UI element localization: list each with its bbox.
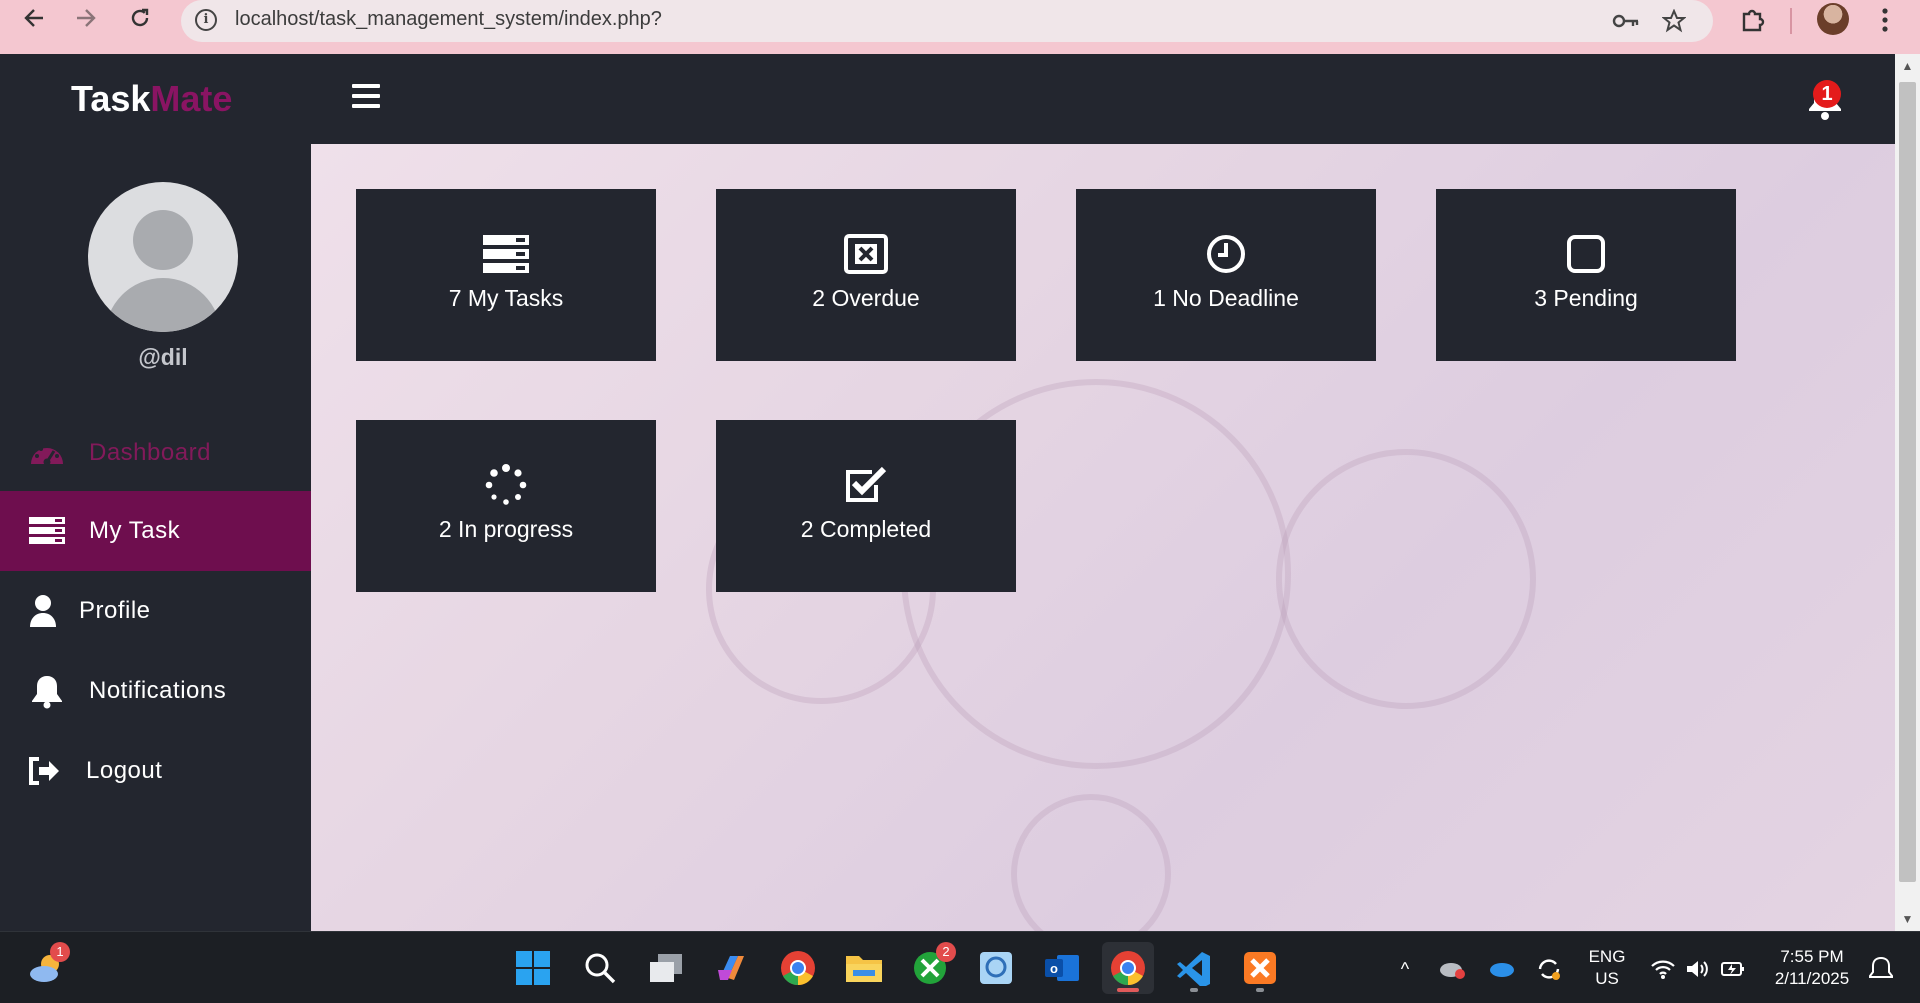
- background-stopwatch-image: [1011, 794, 1171, 931]
- sidebar-item-profile[interactable]: Profile: [0, 571, 311, 651]
- language-code: ENG: [1588, 947, 1626, 966]
- svg-text:o: o: [1050, 961, 1058, 976]
- sidebar: @dil Dashboard My Task Profile Notificat…: [0, 144, 311, 931]
- open-window-indicator: [1256, 988, 1264, 992]
- toolbar-divider: [1790, 8, 1792, 34]
- clock-date-display[interactable]: 7:55 PM 2/11/2025: [1765, 946, 1859, 990]
- logo-text-accent: Mate: [150, 78, 233, 119]
- sidebar-item-logout[interactable]: Logout: [0, 731, 311, 811]
- active-window-indicator: [1117, 988, 1139, 992]
- sidebar-item-label: My Task: [89, 517, 181, 544]
- weather-widget-icon[interactable]: 1: [22, 942, 74, 994]
- url-text: localhost/task_management_system/index.p…: [235, 8, 662, 30]
- extensions-puzzle-icon[interactable]: [1736, 3, 1770, 37]
- bookmark-star-icon[interactable]: [1659, 6, 1689, 36]
- sign-out-icon: [25, 752, 63, 790]
- chrome-active-window-icon[interactable]: [1102, 942, 1154, 994]
- card-label: 1 No Deadline: [1153, 285, 1299, 311]
- battery-charging-icon[interactable]: [1718, 954, 1748, 984]
- user-avatar: [88, 182, 238, 332]
- bell-icon: [28, 672, 66, 710]
- card-pending[interactable]: 3 Pending: [1436, 189, 1736, 361]
- back-arrow-icon[interactable]: [18, 2, 50, 34]
- sidebar-item-label: Profile: [79, 597, 151, 624]
- onedrive-cloud-icon[interactable]: [1487, 954, 1517, 984]
- card-label: 7 My Tasks: [448, 285, 564, 311]
- keyboard-region: US: [1595, 969, 1619, 988]
- page-scrollbar[interactable]: ▲ ▼: [1895, 54, 1920, 931]
- card-no-deadline[interactable]: 1 No Deadline: [1076, 189, 1376, 361]
- dashboard-main: 7 My Tasks 2 Overdue 1 No Deadline 3 Pen…: [311, 144, 1895, 931]
- sidebar-item-label: Notifications: [89, 677, 227, 704]
- site-info-icon[interactable]: i: [195, 9, 217, 31]
- card-label: 3 Pending: [1534, 285, 1638, 311]
- background-stopwatch-image: [1276, 449, 1536, 709]
- notification-count-badge: 1: [1813, 80, 1841, 108]
- spinner-icon: [356, 464, 656, 505]
- language-indicator[interactable]: ENG US: [1580, 946, 1634, 990]
- xampp-icon[interactable]: [1234, 942, 1286, 994]
- sidebar-item-dashboard[interactable]: Dashboard: [0, 413, 311, 493]
- show-hidden-icons-chevron-up-icon[interactable]: ^: [1390, 954, 1420, 984]
- logo-text-primary: Task: [71, 78, 151, 119]
- task-view-icon[interactable]: [640, 942, 692, 994]
- sidebar-item-label: Dashboard: [89, 439, 211, 466]
- sidebar-item-notifications[interactable]: Notifications: [0, 651, 311, 731]
- dashboard-gauge-icon: [28, 434, 66, 472]
- start-windows-icon[interactable]: [507, 942, 559, 994]
- browser-profile-avatar[interactable]: [1817, 3, 1849, 35]
- menu-toggle-hamburger-icon[interactable]: [352, 84, 380, 108]
- browser-toolbar: i localhost/task_management_system/index…: [0, 0, 1920, 54]
- square-icon: [1436, 234, 1736, 274]
- open-window-indicator: [1190, 988, 1198, 992]
- sync-icon[interactable]: [1534, 954, 1564, 984]
- wifi-icon[interactable]: [1648, 954, 1678, 984]
- notification-center-icon[interactable]: [1866, 954, 1896, 984]
- address-bar[interactable]: i localhost/task_management_system/index…: [181, 0, 1713, 42]
- user-icon: [24, 592, 62, 630]
- card-in-progress[interactable]: 2 In progress: [356, 420, 656, 592]
- onedrive-error-cloud-icon[interactable]: [1437, 954, 1467, 984]
- tasks-list-icon: [28, 512, 66, 550]
- tasks-list-icon: [356, 234, 656, 274]
- username-label: @dil: [138, 344, 188, 370]
- scroll-up-arrow-icon[interactable]: ▲: [1895, 54, 1920, 78]
- volume-speaker-icon[interactable]: [1683, 954, 1713, 984]
- system-date: 2/11/2025: [1774, 969, 1850, 988]
- forward-arrow-icon[interactable]: [70, 2, 102, 34]
- app-logo[interactable]: TaskMate: [71, 78, 232, 120]
- chrome-icon[interactable]: [772, 942, 824, 994]
- photos-app-icon[interactable]: [970, 942, 1022, 994]
- card-label: 2 Completed: [800, 516, 932, 542]
- password-key-icon[interactable]: [1611, 6, 1641, 36]
- app-header: TaskMate 1: [0, 54, 1895, 144]
- weather-badge: 1: [50, 942, 70, 962]
- card-label: 2 In progress: [438, 516, 574, 542]
- reload-icon[interactable]: [124, 2, 156, 34]
- file-explorer-folder-icon[interactable]: [838, 942, 890, 994]
- browser-menu-kebab-icon[interactable]: [1868, 3, 1902, 37]
- search-icon[interactable]: [574, 942, 626, 994]
- card-my-tasks[interactable]: 7 My Tasks: [356, 189, 656, 361]
- xbox-icon[interactable]: 2: [904, 942, 956, 994]
- xbox-badge: 2: [936, 942, 956, 962]
- outlook-icon[interactable]: o: [1036, 942, 1088, 994]
- copilot-icon[interactable]: [706, 942, 758, 994]
- windows-taskbar: 1 2 o ^ ENG US 7:55 PM 2/11/2025: [0, 931, 1920, 1003]
- clock-icon: [1076, 234, 1376, 274]
- scroll-thumb[interactable]: [1899, 82, 1916, 882]
- sidebar-item-my-task[interactable]: My Task: [0, 491, 311, 571]
- card-completed[interactable]: 2 Completed: [716, 420, 1016, 592]
- system-time: 7:55 PM: [1780, 947, 1844, 966]
- card-overdue[interactable]: 2 Overdue: [716, 189, 1016, 361]
- window-close-icon: [716, 234, 1016, 274]
- check-square-icon: [716, 465, 1016, 505]
- sidebar-item-label: Logout: [86, 757, 163, 784]
- notification-bell-button[interactable]: 1: [1802, 76, 1850, 126]
- card-label: 2 Overdue: [812, 285, 920, 311]
- vscode-icon[interactable]: [1168, 942, 1220, 994]
- scroll-down-arrow-icon[interactable]: ▼: [1895, 907, 1920, 931]
